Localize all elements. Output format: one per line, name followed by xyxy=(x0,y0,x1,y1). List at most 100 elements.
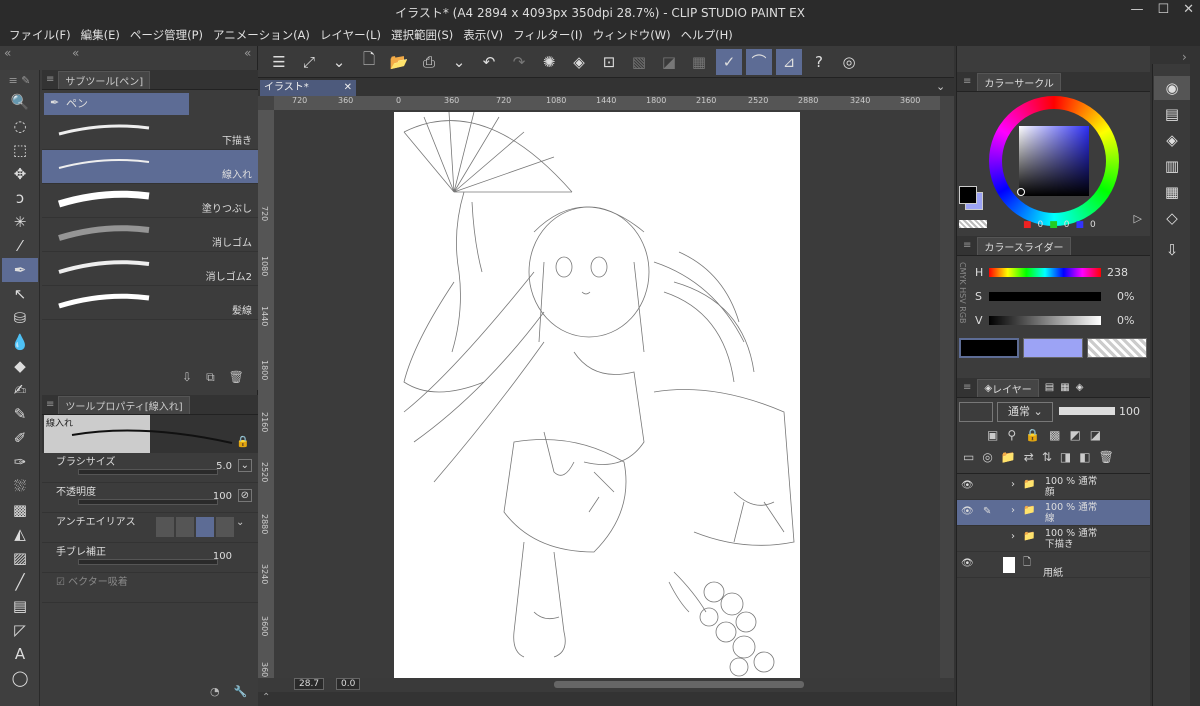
merge-down-icon[interactable]: ⇅ xyxy=(1042,450,1052,473)
panel-menu-icon[interactable]: ≡ xyxy=(963,76,971,87)
chevron-right-icon[interactable]: › xyxy=(1011,505,1015,516)
eye-icon[interactable]: 👁 xyxy=(961,506,974,517)
quick-access-icon[interactable]: ⤢ xyxy=(296,49,322,75)
apply-mask-icon[interactable]: ◧ xyxy=(1079,450,1090,473)
snap-special-ruler-icon[interactable]: ⌒ xyxy=(746,48,772,75)
navigator-tab-icon[interactable]: ◈ xyxy=(1076,382,1084,393)
operation-tool-icon[interactable]: ◌ xyxy=(2,114,38,138)
layer-stack-icon[interactable]: ◈ xyxy=(1154,128,1190,152)
brush-item[interactable]: 髪線 xyxy=(42,286,258,320)
reference-icon[interactable]: ⚲ xyxy=(1007,428,1016,450)
color-panel-icon[interactable]: ◉ xyxy=(1154,76,1190,100)
brush-size-row[interactable]: ブラシサイズ 5.0 ⌄ xyxy=(42,453,258,483)
chevron-right-icon[interactable]: › xyxy=(1011,479,1015,490)
menu-selection[interactable]: 選択範囲(S) xyxy=(386,27,458,43)
close-icon[interactable]: ✕ xyxy=(1183,2,1194,17)
dropdown-icon[interactable]: ⌄ xyxy=(326,49,352,75)
main-color-swatch[interactable] xyxy=(959,186,977,204)
antialias-none-icon[interactable] xyxy=(156,517,174,537)
import-icon[interactable]: ⇩ xyxy=(182,370,192,385)
value-slider[interactable] xyxy=(989,316,1101,325)
material-icon[interactable]: ▦ xyxy=(1154,180,1190,204)
help-icon[interactable]: ? xyxy=(806,49,832,75)
collapse-panel-icon[interactable]: « xyxy=(244,46,251,64)
brush-item[interactable]: 消しゴム2 xyxy=(42,252,258,286)
layer-row-selected[interactable]: 👁 ✎ › 📁 100 % 通常線 xyxy=(957,500,1150,526)
undo-icon[interactable]: ↶ xyxy=(476,49,502,75)
wrench-icon[interactable]: 🔧 xyxy=(234,685,248,698)
panel-menu-icon[interactable]: ≡ xyxy=(963,382,971,393)
document-tab[interactable]: イラスト* ✕ xyxy=(260,80,356,96)
menu-filter[interactable]: フィルター(I) xyxy=(508,27,588,43)
antialias-row[interactable]: アンチエイリアス ⌄ xyxy=(42,513,258,543)
gradient-icon[interactable]: ▨ xyxy=(2,546,38,570)
layer-property-tab-icon[interactable]: ▤ xyxy=(1045,382,1054,393)
lasso-tool-icon[interactable]: ↄ xyxy=(2,186,38,210)
antialias-weak-icon[interactable] xyxy=(176,517,194,537)
eye-icon[interactable]: 👁 xyxy=(961,480,974,491)
transparent-swatch[interactable] xyxy=(959,220,987,228)
snap-grid-icon[interactable]: ⊿ xyxy=(776,48,802,75)
toolprop-tab[interactable]: ツールプロパティ[線入れ] xyxy=(58,395,190,414)
size-dynamics-icon[interactable]: ⌄ xyxy=(237,459,252,472)
spray-icon[interactable]: ⛆ xyxy=(2,474,38,498)
panel-menu-icon[interactable]: ≡ xyxy=(46,399,54,410)
menu-icon[interactable]: ☰ xyxy=(266,49,292,75)
panel-menu-icon[interactable]: ≡ xyxy=(46,74,54,85)
crop-icon[interactable]: ▦ xyxy=(686,49,712,75)
object-tool-icon[interactable]: ⬚ xyxy=(2,138,38,162)
blend-tool-icon[interactable]: 💧 xyxy=(2,330,38,354)
zoom-value[interactable]: 28.7 xyxy=(294,678,325,690)
fill-tool-icon[interactable]: ✑ xyxy=(2,450,38,474)
menu-edit[interactable]: 編集(E) xyxy=(76,27,125,43)
menu-layer[interactable]: レイヤー(L) xyxy=(315,27,386,43)
transfer-down-icon[interactable]: ⇄ xyxy=(1024,450,1034,473)
open-file-icon[interactable]: 📂 xyxy=(386,49,412,75)
canvas-paper[interactable] xyxy=(394,112,800,678)
menu-page[interactable]: ページ管理(P) xyxy=(125,27,208,43)
layer-search-tab-icon[interactable]: ▦ xyxy=(1060,382,1069,393)
antialias-strong-icon[interactable] xyxy=(216,517,234,537)
loading-icon[interactable]: ✺ xyxy=(536,49,562,75)
airbrush-icon[interactable]: ⛁ xyxy=(2,306,38,330)
download-icon[interactable]: ⇩ xyxy=(1154,238,1190,262)
eye-icon[interactable]: 👁 xyxy=(961,558,974,569)
chevron-right-icon[interactable]: › xyxy=(1011,531,1015,542)
saturation-value-square[interactable] xyxy=(1019,126,1089,196)
timeline-icon[interactable]: ▥ xyxy=(1154,154,1190,178)
arrow-right-icon[interactable]: ▷ xyxy=(1134,212,1142,225)
stabilization-row[interactable]: 手ブレ補正 100 xyxy=(42,543,258,573)
delete-icon[interactable]: 🗑 xyxy=(229,370,244,385)
eraser-icon[interactable]: ◆ xyxy=(2,354,38,378)
close-tab-icon[interactable]: ✕ xyxy=(344,80,352,96)
copy-subtool-icon[interactable]: ⧉ xyxy=(206,370,215,385)
transform-icon[interactable]: ⊡ xyxy=(596,49,622,75)
brush-tool-2-icon[interactable]: ✎ xyxy=(2,402,38,426)
opacity-row[interactable]: 不透明度 100 ⊘ xyxy=(42,483,258,513)
text-tool-icon[interactable]: A xyxy=(2,642,38,666)
brush-tool-icon[interactable]: ✍ xyxy=(2,378,38,402)
pencil-tool-icon[interactable]: ↖ xyxy=(2,282,38,306)
transparent-tile[interactable] xyxy=(1087,338,1147,358)
tool-palette-menu-icon[interactable]: ≡ ✎ xyxy=(0,70,39,90)
layer-color-dropdown[interactable] xyxy=(959,402,993,422)
balloon-tool-icon[interactable]: ◯ xyxy=(2,666,38,690)
new-raster-layer-icon[interactable]: ▭ xyxy=(963,450,974,473)
antialias-medium-icon[interactable] xyxy=(196,517,214,537)
opacity-dynamics-icon[interactable]: ⊘ xyxy=(237,489,252,502)
horizontal-scrollbar[interactable] xyxy=(554,681,804,688)
pattern-icon[interactable]: ▩ xyxy=(2,498,38,522)
colorwheel-tab[interactable]: カラーサークル xyxy=(977,72,1061,91)
vector-row[interactable]: ☑ ベクター吸着 xyxy=(42,573,258,603)
snap-ruler-icon[interactable]: ✓ xyxy=(716,48,742,75)
colorslider-tab[interactable]: カラースライダー xyxy=(977,236,1071,255)
minimize-icon[interactable]: — xyxy=(1130,2,1143,17)
lock-alpha-icon[interactable]: ▩ xyxy=(1049,428,1060,450)
brush-item-selected[interactable]: 線入れ xyxy=(42,150,258,184)
new-file-icon[interactable]: 🗋 xyxy=(356,49,382,75)
menu-file[interactable]: ファイル(F) xyxy=(4,27,76,43)
layers-panel-icon[interactable]: ◇ xyxy=(1154,206,1190,230)
brush-item[interactable]: 消しゴム xyxy=(42,218,258,252)
line-tool-icon[interactable]: ╱ xyxy=(2,570,38,594)
ruler-link-icon[interactable]: ◪ xyxy=(1090,428,1101,450)
